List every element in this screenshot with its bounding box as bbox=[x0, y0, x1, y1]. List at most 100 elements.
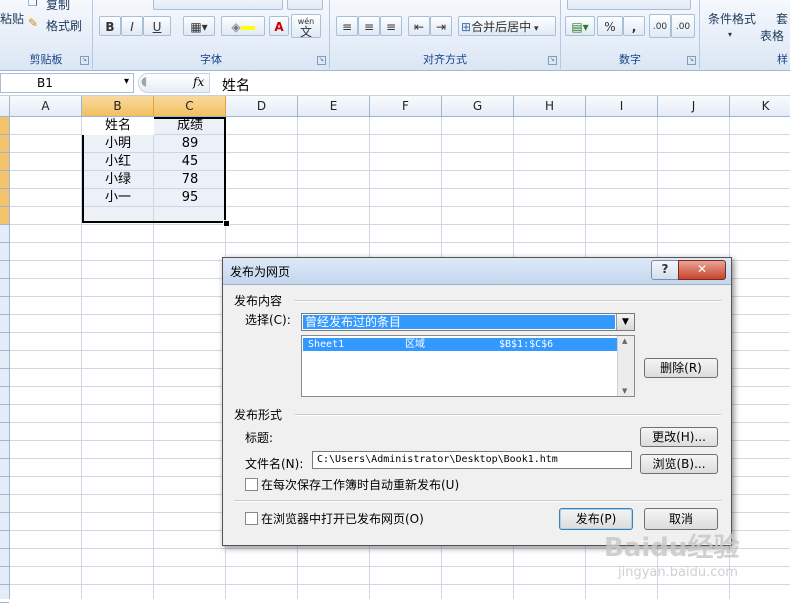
browse-button[interactable]: 浏览(B)... bbox=[640, 454, 718, 474]
column-header[interactable]: C bbox=[154, 96, 226, 116]
number-launcher-icon[interactable]: ↘ bbox=[687, 56, 696, 65]
row-header[interactable] bbox=[0, 261, 9, 279]
merge-center-button[interactable]: ⊞合并后居中 ▾ bbox=[458, 16, 556, 36]
percent-button[interactable]: % bbox=[597, 16, 623, 36]
number-format-box[interactable] bbox=[567, 0, 691, 10]
row-header[interactable] bbox=[0, 225, 9, 243]
format-painter-icon: ✎ bbox=[28, 16, 39, 30]
underline-button[interactable]: U bbox=[143, 16, 171, 36]
expand-handle-icon[interactable]: ◖ bbox=[141, 74, 147, 88]
help-button[interactable]: ? bbox=[651, 260, 679, 280]
fill-color-button[interactable]: ◈ bbox=[221, 16, 265, 36]
conditional-format-button[interactable]: 条件格式 bbox=[708, 10, 756, 27]
row-header[interactable] bbox=[0, 423, 9, 441]
row-header[interactable] bbox=[0, 531, 9, 549]
table-format-label-1[interactable]: 套 bbox=[776, 10, 788, 27]
column-header[interactable]: I bbox=[586, 96, 658, 116]
row-header[interactable] bbox=[0, 513, 9, 531]
row-header[interactable] bbox=[0, 405, 9, 423]
accounting-button[interactable]: ▤▾ bbox=[565, 16, 595, 36]
align-left-button[interactable]: ≡ bbox=[336, 16, 358, 36]
column-header[interactable]: F bbox=[370, 96, 442, 116]
dialog-titlebar[interactable]: 发布为网页 ? ✕ bbox=[223, 258, 731, 285]
row-header[interactable] bbox=[0, 207, 9, 225]
format-painter-button[interactable]: 格式刷 bbox=[46, 17, 82, 34]
font-color-icon: A bbox=[274, 20, 284, 34]
bold-button[interactable]: B bbox=[99, 16, 121, 36]
column-headers: A B C D E F G H I J K bbox=[0, 96, 790, 117]
row-header[interactable] bbox=[0, 567, 9, 585]
list-item[interactable]: Sheet1 区域 $B$1:$C$6 bbox=[303, 338, 617, 351]
scroll-down-icon[interactable]: ▼ bbox=[622, 387, 627, 395]
column-header[interactable]: K bbox=[730, 96, 790, 116]
row-header[interactable] bbox=[0, 189, 9, 207]
change-title-button[interactable]: 更改(H)... bbox=[640, 427, 718, 447]
published-items-list[interactable]: Sheet1 区域 $B$1:$C$6 ▲ ▼ bbox=[301, 335, 635, 397]
row-header[interactable] bbox=[0, 297, 9, 315]
scroll-up-icon[interactable]: ▲ bbox=[622, 337, 627, 345]
column-header[interactable]: E bbox=[298, 96, 370, 116]
align-right-button[interactable]: ≡ bbox=[380, 16, 402, 36]
font-size-box[interactable] bbox=[153, 0, 283, 10]
autorepublish-checkbox[interactable] bbox=[245, 478, 258, 491]
row-header[interactable] bbox=[0, 279, 9, 297]
row-header[interactable] bbox=[0, 585, 9, 603]
paste-button[interactable]: 粘贴 bbox=[0, 10, 24, 27]
row-header[interactable] bbox=[0, 441, 9, 459]
row-header[interactable] bbox=[0, 153, 9, 171]
increase-decimal-button[interactable]: .00 bbox=[649, 14, 671, 38]
name-box[interactable]: B1 ▾ bbox=[0, 73, 134, 93]
row-header[interactable] bbox=[0, 243, 9, 261]
increase-indent-button[interactable]: ⇥ bbox=[430, 16, 452, 36]
publish-content-label: 发布内容 bbox=[234, 294, 283, 308]
open-browser-checkbox[interactable] bbox=[245, 512, 258, 525]
row-header[interactable] bbox=[0, 171, 9, 189]
row-header[interactable] bbox=[0, 495, 9, 513]
table-format-label-2[interactable]: 表格 bbox=[760, 27, 784, 44]
row-header[interactable] bbox=[0, 315, 9, 333]
delete-button[interactable]: 删除(R) bbox=[644, 358, 718, 378]
column-header[interactable]: A bbox=[10, 96, 82, 116]
row-header[interactable] bbox=[0, 351, 9, 369]
font-launcher-icon[interactable]: ↘ bbox=[317, 56, 326, 65]
column-header[interactable]: G bbox=[442, 96, 514, 116]
cell-name: 小明 bbox=[104, 136, 131, 151]
clipboard-launcher-icon[interactable]: ↘ bbox=[80, 56, 89, 65]
row-header[interactable] bbox=[0, 333, 9, 351]
select-all-corner[interactable] bbox=[0, 96, 10, 116]
copy-button[interactable]: 复制 bbox=[46, 0, 70, 13]
select-dropdown[interactable]: 曾经发布过的条目 ▼ bbox=[301, 313, 635, 331]
row-header[interactable] bbox=[0, 117, 9, 135]
alignment-launcher-icon[interactable]: ↘ bbox=[548, 56, 557, 65]
row-header[interactable] bbox=[0, 369, 9, 387]
align-center-button[interactable]: ≡ bbox=[358, 16, 380, 36]
decrease-indent-button[interactable]: ⇤ bbox=[408, 16, 430, 36]
borders-button[interactable]: ▦▾ bbox=[183, 16, 215, 36]
close-button[interactable]: ✕ bbox=[678, 260, 726, 280]
name-box-dropdown-icon[interactable]: ▾ bbox=[124, 76, 129, 87]
italic-button[interactable]: I bbox=[121, 16, 143, 36]
row-header[interactable] bbox=[0, 477, 9, 495]
row-header[interactable] bbox=[0, 459, 9, 477]
font-color-button[interactable]: A bbox=[269, 16, 289, 36]
row-header[interactable] bbox=[0, 549, 9, 567]
phonetic-button[interactable]: wén 文 bbox=[291, 14, 321, 38]
column-header[interactable]: D bbox=[226, 96, 298, 116]
column-header[interactable]: J bbox=[658, 96, 730, 116]
list-scrollbar[interactable]: ▲ ▼ bbox=[617, 336, 634, 396]
row-header[interactable] bbox=[0, 387, 9, 405]
align-center-icon: ≡ bbox=[363, 20, 375, 34]
formula-input[interactable]: 姓名 bbox=[214, 73, 790, 94]
row-header[interactable] bbox=[0, 135, 9, 153]
align-right-icon: ≡ bbox=[385, 20, 397, 34]
fill-handle[interactable] bbox=[223, 220, 230, 227]
column-header[interactable]: B bbox=[82, 96, 154, 116]
comma-button[interactable]: , bbox=[623, 16, 645, 36]
insert-function-icon[interactable]: fx bbox=[193, 75, 204, 89]
font-grow-box[interactable] bbox=[287, 0, 323, 10]
select-dropdown-arrow-icon[interactable]: ▼ bbox=[616, 314, 634, 330]
column-header[interactable]: H bbox=[514, 96, 586, 116]
decrease-decimal-button[interactable]: .00 bbox=[671, 14, 695, 38]
filename-input[interactable]: C:\Users\Administrator\Desktop\Book1.htm bbox=[312, 451, 632, 469]
dialog-title: 发布为网页 bbox=[230, 265, 291, 279]
